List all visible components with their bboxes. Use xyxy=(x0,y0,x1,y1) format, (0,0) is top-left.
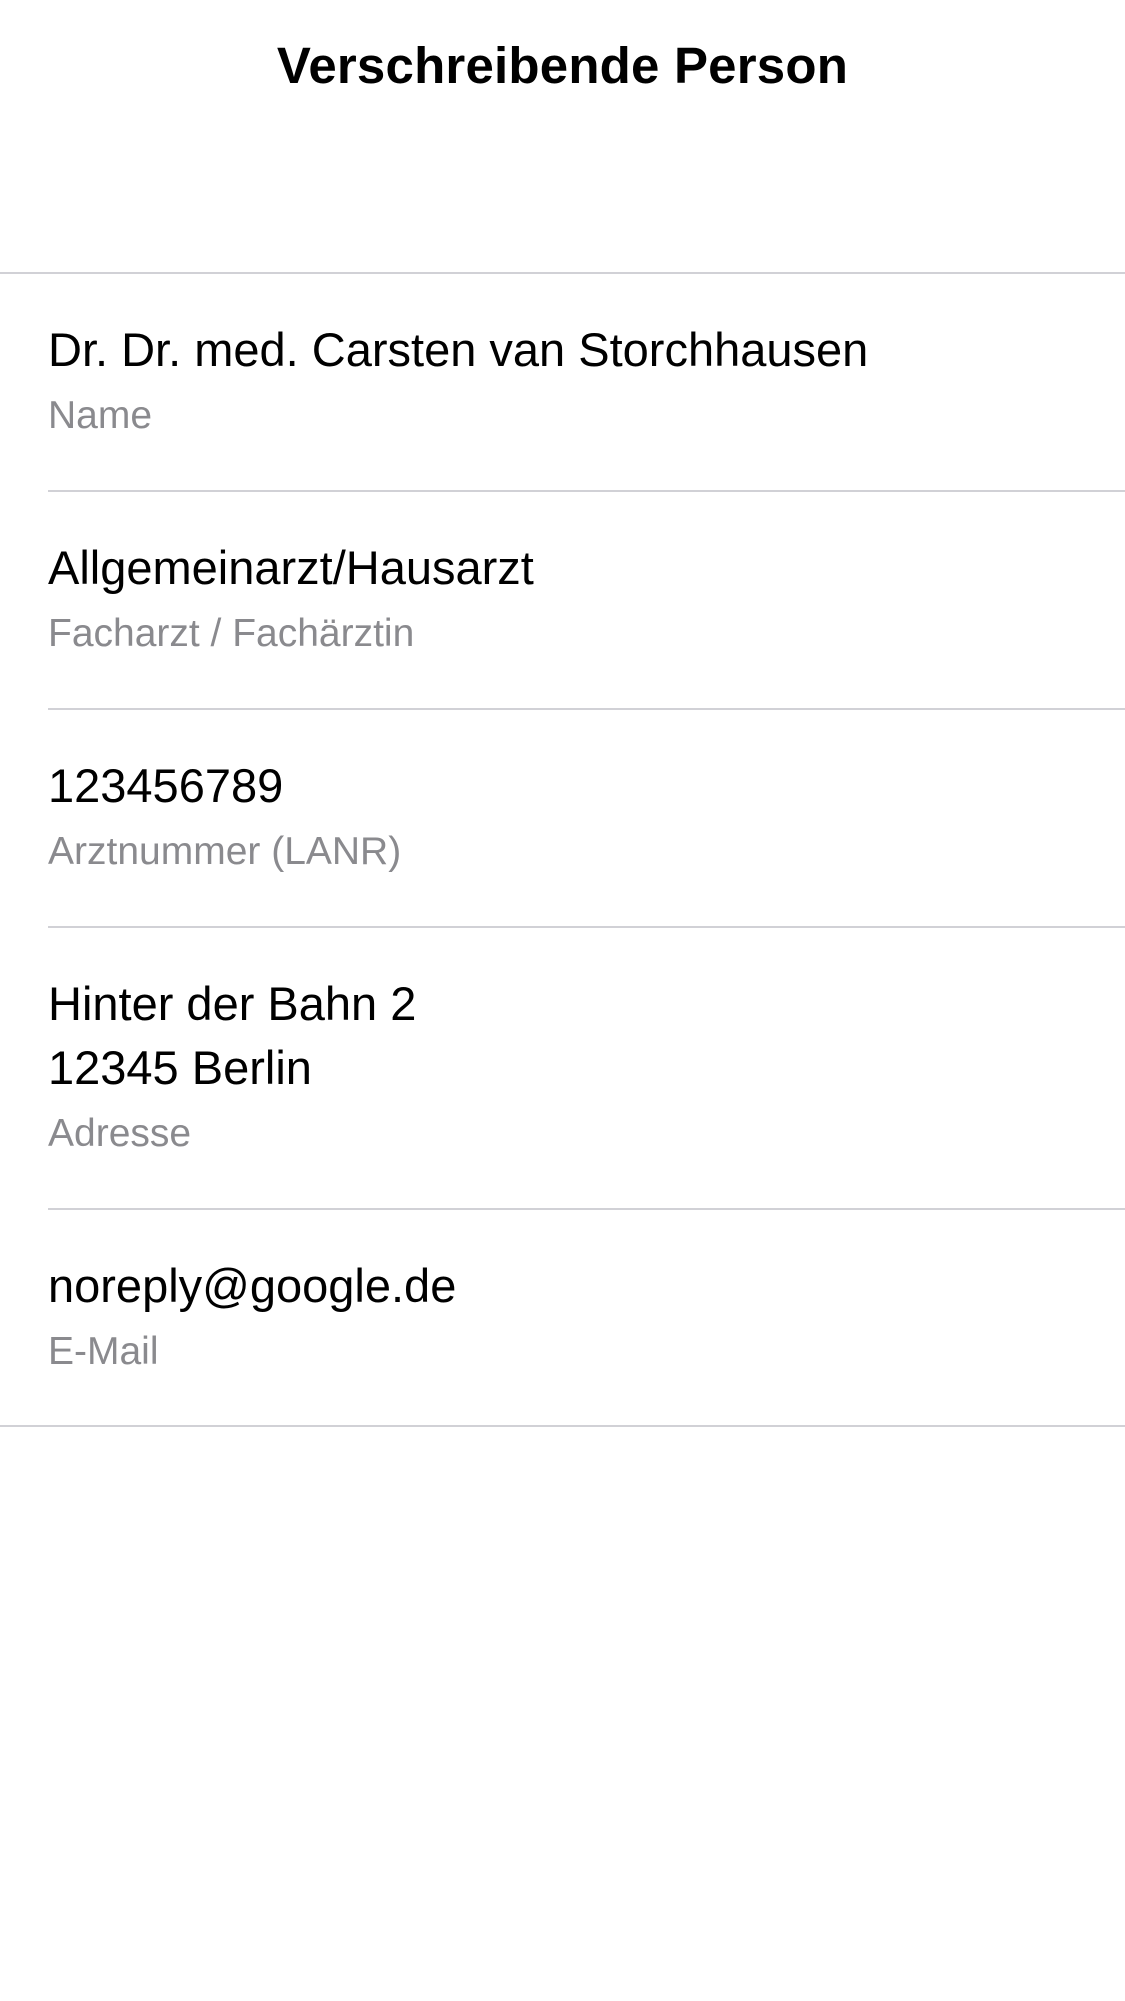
list-top-divider xyxy=(0,272,1125,274)
row-divider xyxy=(48,926,1125,928)
page-title: Verschreibende Person xyxy=(276,37,849,94)
lanr-label: Arztnummer (LANR) xyxy=(48,830,402,873)
list-bottom-divider xyxy=(0,1425,1125,1427)
row-divider xyxy=(48,1208,1125,1210)
email-value: noreply@google.de xyxy=(48,1259,457,1312)
address-line-2: 12345 Berlin xyxy=(48,1041,312,1094)
specialty-value: Allgemeinarzt/Hausarzt xyxy=(48,541,534,594)
specialty-label: Facharzt / Fachärztin xyxy=(48,612,415,655)
name-value: Dr. Dr. med. Carsten van Storchhausen xyxy=(48,323,869,376)
row-divider xyxy=(48,708,1125,710)
name-label: Name xyxy=(48,394,153,437)
lanr-value: 123456789 xyxy=(48,759,284,812)
address-line-1: Hinter der Bahn 2 xyxy=(48,977,417,1030)
email-label: E-Mail xyxy=(48,1330,159,1373)
address-label: Adresse xyxy=(48,1112,192,1155)
row-divider xyxy=(48,490,1125,492)
